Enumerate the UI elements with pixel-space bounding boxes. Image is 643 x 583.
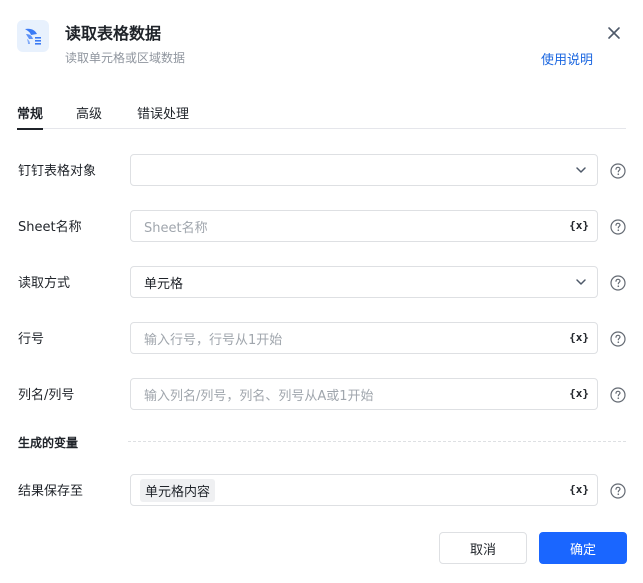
read-mode-label: 读取方式 (18, 276, 71, 291)
tab-error-handling[interactable]: 错误处理 (137, 103, 189, 129)
variable-icon[interactable]: {x} (569, 219, 589, 232)
column-input[interactable]: 输入列名/列号，列名、列号从A或1开始 {x} (130, 378, 598, 410)
result-variable-input[interactable]: 单元格内容 {x} (130, 474, 598, 506)
section-divider (128, 441, 626, 442)
row-number-placeholder: 输入行号，行号从1开始 (144, 332, 283, 348)
help-question-icon[interactable] (610, 163, 626, 179)
help-question-icon[interactable] (610, 331, 626, 347)
help-question-icon[interactable] (610, 387, 626, 403)
dingtalk-sheet-label: 钉钉表格对象 (18, 164, 97, 179)
dialog-subtitle: 读取单元格或区域数据 (65, 51, 186, 65)
result-label: 结果保存至 (18, 484, 84, 499)
read-mode-value: 单元格 (144, 276, 184, 292)
close-icon[interactable] (605, 24, 623, 42)
row-number-label: 行号 (18, 332, 45, 347)
column-placeholder: 输入列名/列号，列名、列号从A或1开始 (144, 388, 374, 404)
dingtalk-sheet-select[interactable] (130, 154, 598, 186)
variable-icon[interactable]: {x} (569, 483, 589, 496)
sheet-name-input[interactable]: Sheet名称 {x} (130, 210, 598, 242)
help-question-icon[interactable] (610, 483, 626, 499)
help-link[interactable]: 使用说明 (541, 49, 593, 68)
dialog-title: 读取表格数据 (65, 24, 162, 43)
tab-general[interactable]: 常规 (17, 103, 44, 130)
sheet-name-label: Sheet名称 (18, 220, 82, 235)
help-question-icon[interactable] (610, 219, 626, 235)
tab-bar: 常规 高级 错误处理 (17, 103, 626, 130)
variable-icon[interactable]: {x} (569, 387, 589, 400)
cancel-button[interactable]: 取消 (439, 532, 527, 564)
plugin-icon (17, 20, 49, 52)
read-mode-select[interactable]: 单元格 (130, 266, 598, 298)
help-question-icon[interactable] (610, 275, 626, 291)
sheet-name-placeholder: Sheet名称 (144, 220, 208, 236)
output-section-title: 生成的变量 (18, 436, 79, 450)
chevron-down-icon (576, 279, 586, 285)
tab-advanced[interactable]: 高级 (76, 103, 102, 129)
variable-icon[interactable]: {x} (569, 331, 589, 344)
confirm-button[interactable]: 确定 (539, 532, 627, 564)
result-variable-tag[interactable]: 单元格内容 (140, 478, 216, 502)
column-label: 列名/列号 (18, 388, 75, 403)
chevron-down-icon (576, 167, 586, 173)
row-number-input[interactable]: 输入行号，行号从1开始 {x} (130, 322, 598, 354)
